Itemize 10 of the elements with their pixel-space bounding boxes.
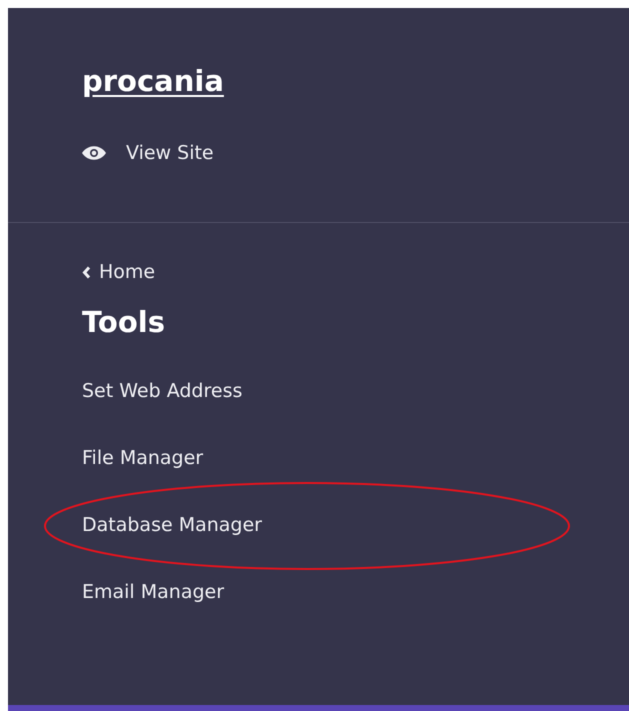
menu-link[interactable]: Set Web Address: [82, 379, 242, 404]
eye-icon: [82, 146, 106, 160]
chevron-left-icon: [82, 266, 91, 278]
view-site-link[interactable]: View Site: [82, 142, 214, 164]
menu-link[interactable]: Email Manager: [82, 580, 224, 605]
menu-link[interactable]: File Manager: [82, 446, 204, 471]
brand-link[interactable]: procania: [82, 64, 224, 98]
menu-link[interactable]: Database Manager: [82, 513, 262, 538]
home-link[interactable]: Home: [82, 261, 156, 283]
section-title: Tools: [82, 305, 165, 339]
